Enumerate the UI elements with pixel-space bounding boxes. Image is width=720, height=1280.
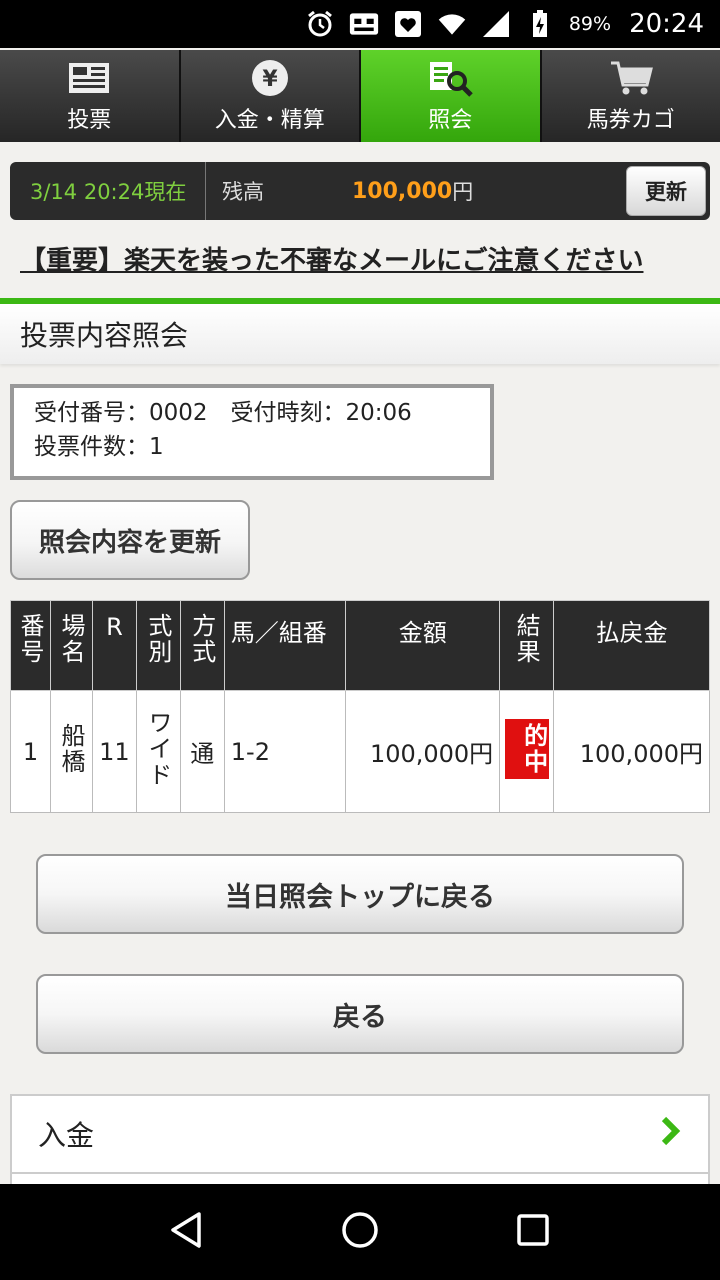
- receipt-info: 受付番号：0002 受付時刻：20:06 投票件数：1: [10, 384, 494, 480]
- cell-payout: 100,000円: [553, 690, 710, 813]
- cell-race: 11: [91, 690, 137, 813]
- cart-icon: [607, 58, 655, 98]
- receipt-line-1: 受付番号：0002 受付時刻：20:06: [34, 400, 412, 426]
- recents-nav-icon[interactable]: [513, 1210, 553, 1254]
- alarm-icon: [305, 9, 335, 39]
- status-bar: 89% 20:24: [0, 0, 720, 48]
- col-header-combination: 馬／組番: [223, 600, 347, 691]
- balance-amount: 100,000: [352, 178, 453, 204]
- table-row: 1 船橋 11 ワイド 通 1-2 100,000円 的中 100,000円: [10, 690, 710, 813]
- important-notice-link[interactable]: 【重要】楽天を装った不審なメールにご注意ください: [20, 240, 700, 277]
- main-tabs: 投票 ¥ 入金・精算 照会 馬券カゴ: [0, 50, 720, 142]
- yen-icon: ¥: [246, 58, 294, 98]
- wifi-icon: [437, 9, 467, 39]
- balance-bar: 3/14 20:24現在 残高 100,000 円 更新: [10, 162, 710, 220]
- tab-inquiry[interactable]: 照会: [361, 50, 542, 142]
- col-header-result: 結果: [499, 600, 555, 691]
- col-header-race: R: [91, 600, 137, 691]
- inquiry-icon: [426, 58, 474, 98]
- svg-text:¥: ¥: [262, 67, 278, 92]
- bet-table: 番号 場名 R 式別 方式 馬／組番 金額 結果 払戻金 1 船橋 11 ワイド…: [10, 600, 710, 813]
- tab-deposit[interactable]: ¥ 入金・精算: [180, 50, 361, 142]
- tab-vote[interactable]: 投票: [0, 50, 181, 142]
- cell-number: 1: [10, 690, 51, 813]
- refresh-inquiry-button[interactable]: 照会内容を更新: [10, 500, 250, 580]
- system-nav-bar: [0, 1184, 720, 1280]
- receipt-line-2: 投票件数：1: [34, 434, 164, 460]
- col-header-method: 方式: [179, 600, 225, 691]
- battery-charging-icon: [525, 9, 555, 39]
- back-to-today-top-button[interactable]: 当日照会トップに戻る: [36, 854, 684, 934]
- col-header-bet-type: 式別: [135, 600, 181, 691]
- cell-result: 的中: [499, 690, 555, 813]
- col-header-number: 番号: [10, 600, 51, 691]
- notification-heart-icon: [393, 9, 423, 39]
- back-button[interactable]: 戻る: [36, 974, 684, 1054]
- balance-refresh-button[interactable]: 更新: [626, 166, 706, 216]
- tab-inquiry-label: 照会: [428, 108, 473, 133]
- cell-venue: 船橋: [49, 690, 93, 813]
- battery-percent: 89%: [568, 13, 612, 35]
- menu-item-label: 入金: [38, 1119, 95, 1152]
- notification-app-icon: [349, 9, 379, 39]
- ballot-icon: [65, 58, 113, 98]
- col-header-amount: 金額: [345, 600, 501, 691]
- cell-method: 通: [179, 690, 225, 813]
- menu-item-deposit[interactable]: 入金: [12, 1096, 708, 1174]
- page-title: 投票内容照会: [0, 298, 720, 364]
- clock: 20:24: [629, 9, 704, 39]
- signal-icon: [481, 9, 511, 39]
- tab-cart-label: 馬券カゴ: [586, 108, 675, 133]
- cell-bet-type: ワイド: [135, 690, 181, 813]
- col-header-venue: 場名: [49, 600, 93, 691]
- tab-cart[interactable]: 馬券カゴ: [541, 50, 720, 142]
- col-header-payout: 払戻金: [553, 600, 710, 691]
- back-nav-icon[interactable]: [167, 1210, 207, 1254]
- cell-amount: 100,000円: [345, 690, 501, 813]
- balance-datetime: 3/14 20:24現在: [10, 162, 206, 220]
- table-header-row: 番号 場名 R 式別 方式 馬／組番 金額 結果 払戻金: [10, 600, 710, 691]
- cell-combination: 1-2: [223, 690, 347, 813]
- balance-label: 残高: [222, 180, 264, 204]
- home-nav-icon[interactable]: [340, 1210, 380, 1254]
- chevron-right-icon: [660, 1116, 682, 1153]
- balance-unit: 円: [452, 180, 474, 204]
- hit-badge: 的中: [504, 718, 549, 779]
- tab-deposit-label: 入金・精算: [214, 108, 325, 133]
- tab-vote-label: 投票: [67, 108, 112, 133]
